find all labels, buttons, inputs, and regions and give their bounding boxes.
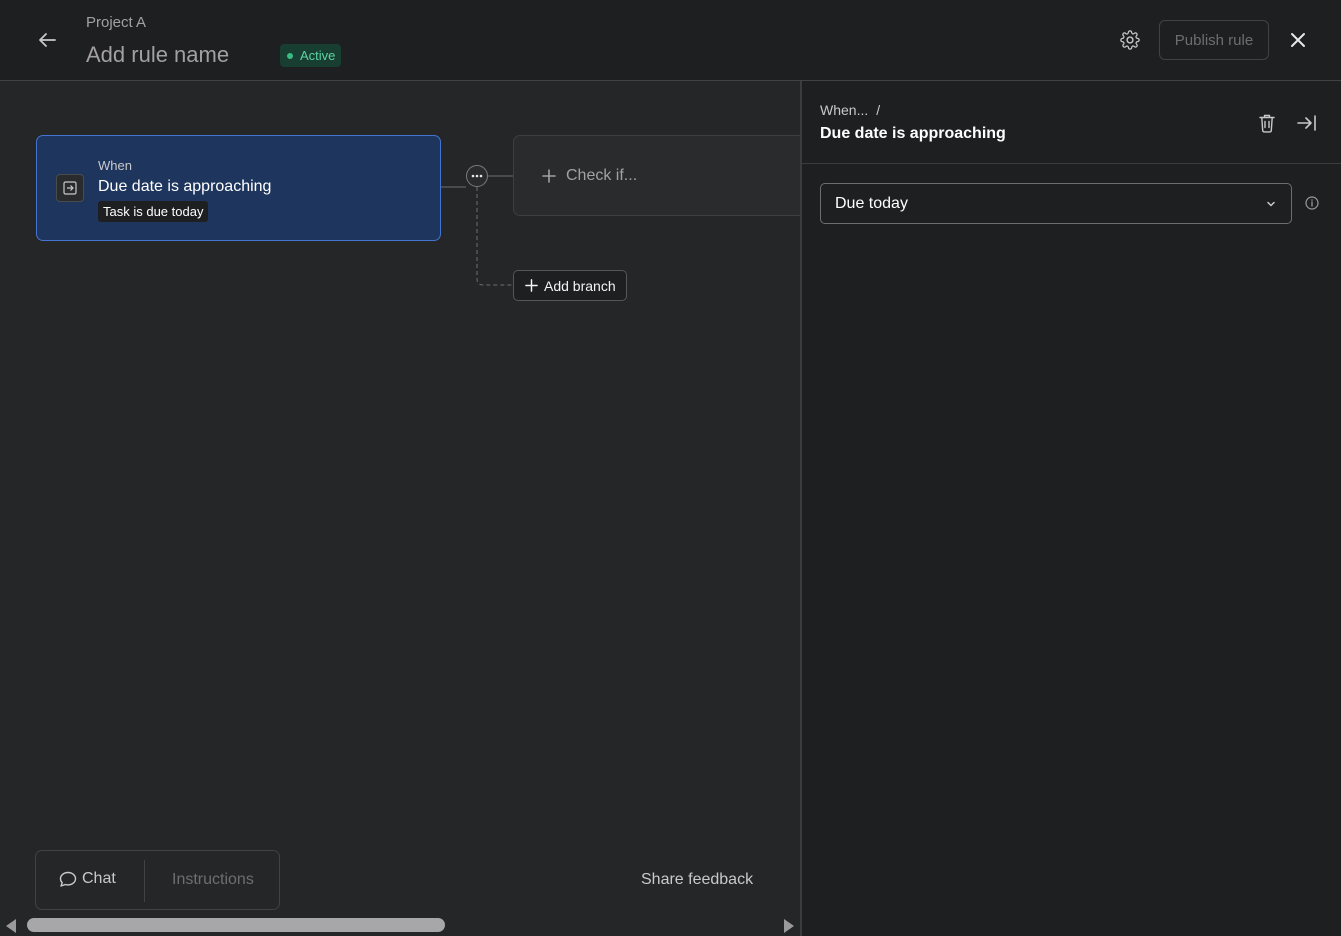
arrow-left-icon (39, 33, 56, 47)
check-if-card[interactable]: Check if... (513, 135, 800, 216)
due-date-select[interactable]: Due today (820, 183, 1292, 224)
breadcrumb-when[interactable]: When... (820, 102, 868, 118)
plus-icon (525, 279, 538, 292)
collapse-panel-icon (1297, 115, 1316, 131)
info-button[interactable] (1304, 195, 1320, 211)
rule-name-input[interactable]: Add rule name (86, 42, 229, 68)
scroll-left-arrow[interactable] (6, 919, 16, 933)
trigger-icon-box (56, 174, 84, 202)
tab-instructions[interactable]: Instructions (172, 871, 254, 889)
back-button[interactable] (34, 28, 60, 52)
close-icon (1291, 33, 1305, 47)
collapse-panel-button[interactable] (1296, 112, 1318, 134)
project-name[interactable]: Project A (86, 14, 146, 31)
trigger-condition-chip: Task is due today (98, 201, 209, 222)
tab-chat[interactable]: Chat (59, 870, 116, 888)
status-badge[interactable]: Active (280, 44, 342, 67)
chevron-down-icon (1267, 201, 1275, 207)
status-label: Active (300, 48, 336, 63)
trigger-card[interactable]: When Due date is approaching Task is due… (36, 135, 441, 241)
trash-icon (1259, 114, 1275, 133)
breadcrumb: When... / (820, 102, 880, 118)
close-button[interactable] (1286, 28, 1310, 52)
due-date-select-value: Due today (835, 194, 908, 212)
gear-icon (1120, 30, 1140, 50)
trigger-details-panel: When... / Due date is approaching Due to… (800, 81, 1341, 936)
node-more-button[interactable] (466, 165, 488, 187)
assistant-tabs: Chat Instructions (35, 850, 280, 910)
settings-button[interactable] (1118, 28, 1142, 52)
panel-title: Due date is approaching (820, 125, 1006, 142)
trigger-when-label: When (98, 158, 132, 173)
tab-chat-label: Chat (82, 870, 116, 887)
share-feedback-link[interactable]: Share feedback (641, 871, 753, 889)
rule-canvas[interactable]: When Due date is approaching Task is due… (0, 81, 800, 936)
trigger-title: Due date is approaching (98, 178, 272, 195)
tab-divider (144, 860, 145, 902)
info-icon (1305, 196, 1319, 210)
add-branch-label: Add branch (544, 277, 616, 294)
chat-bubble-icon (59, 871, 77, 887)
trigger-enter-icon (63, 181, 77, 195)
horizontal-scrollbar[interactable] (0, 914, 800, 936)
scroll-right-arrow[interactable] (784, 919, 794, 933)
panel-header: When... / Due date is approaching (802, 81, 1341, 164)
rule-header: Project A Add rule name Active Publish r… (0, 0, 1341, 81)
scroll-thumb[interactable] (27, 918, 445, 932)
status-dot (287, 52, 293, 59)
add-branch-button[interactable]: Add branch (513, 270, 627, 301)
delete-trigger-button[interactable] (1256, 112, 1278, 134)
publish-rule-button[interactable]: Publish rule (1159, 20, 1269, 60)
ellipsis-icon (471, 174, 483, 178)
check-if-label: Check if... (566, 166, 638, 184)
plus-icon (542, 168, 556, 183)
breadcrumb-separator: / (876, 102, 881, 118)
